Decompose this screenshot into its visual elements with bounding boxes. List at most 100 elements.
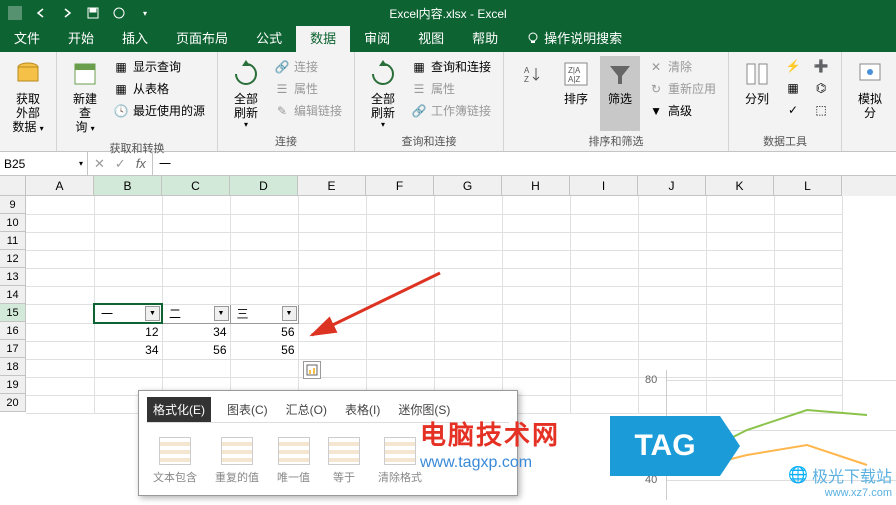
flash-fill-button[interactable]: ⚡ (781, 56, 805, 76)
row-header[interactable]: 19 (0, 376, 26, 394)
data-model-button[interactable]: ⬚ (809, 100, 833, 120)
tab-help[interactable]: 帮助 (458, 23, 512, 52)
save-icon[interactable] (82, 2, 104, 24)
row-header[interactable]: 18 (0, 358, 26, 376)
tab-review[interactable]: 审阅 (350, 23, 404, 52)
tab-layout[interactable]: 页面布局 (162, 23, 242, 52)
row-header[interactable]: 20 (0, 394, 26, 412)
tab-data[interactable]: 数据 (296, 23, 350, 52)
show-queries-button[interactable]: ▦显示查询 (109, 56, 209, 77)
reapply-button[interactable]: ↻重新应用 (644, 78, 720, 99)
row-header[interactable]: 17 (0, 340, 26, 358)
col-header[interactable]: L (774, 176, 842, 196)
connections-icon: ▦ (411, 59, 427, 75)
cell[interactable]: 56 (230, 323, 298, 341)
formula-input[interactable] (153, 157, 896, 171)
filter-button[interactable]: 筛选 (600, 56, 640, 131)
row-header[interactable]: 11 (0, 232, 26, 250)
col-header[interactable]: G (434, 176, 502, 196)
filter-header-cell[interactable]: 三▼ (230, 304, 298, 323)
refresh-all-button-2[interactable]: 全部刷新 ▾ (363, 56, 403, 131)
edit-links-button[interactable]: ✎编辑链接 (270, 100, 346, 121)
quick-analysis-tag[interactable] (303, 361, 321, 379)
sort-button[interactable]: Z|AA|Z 排序 (556, 56, 596, 131)
filter-dropdown-icon[interactable]: ▼ (214, 306, 229, 321)
consolidate-button[interactable]: ➕ (809, 56, 833, 76)
remove-duplicates-button[interactable]: ▦ (781, 78, 805, 98)
undo-icon[interactable] (30, 2, 52, 24)
properties-button-2[interactable]: ☰属性 (407, 78, 495, 99)
accept-formula-icon[interactable]: ✓ (115, 156, 126, 172)
data-validation-button[interactable]: ✓ (781, 100, 805, 120)
name-box[interactable]: ▾ (0, 152, 88, 175)
qa-tab-format[interactable]: 格式化(E) (147, 397, 211, 422)
relationships-button[interactable]: ⌬ (809, 78, 833, 98)
whatif-button[interactable]: 模拟分 (850, 56, 890, 147)
qa-tab-tables[interactable]: 表格(I) (343, 397, 382, 422)
connections-button[interactable]: 🔗连接 (270, 56, 346, 77)
qa-opt-equal[interactable]: 等于 (328, 437, 360, 485)
cell[interactable]: 56 (162, 341, 230, 359)
workbook-links-button[interactable]: 🔗工作簿链接 (407, 100, 495, 121)
properties-button[interactable]: ☰属性 (270, 78, 346, 99)
col-header[interactable]: K (706, 176, 774, 196)
filter-header-cell[interactable]: 二▼ (162, 304, 230, 323)
tab-formulas[interactable]: 公式 (242, 23, 296, 52)
refresh-all-button[interactable]: 全部刷新 ▾ (226, 56, 266, 131)
col-header[interactable]: J (638, 176, 706, 196)
col-header[interactable]: C (162, 176, 230, 196)
clear-filter-button[interactable]: ✕清除 (644, 56, 720, 77)
tell-me[interactable]: 操作说明搜索 (512, 23, 636, 52)
fx-icon[interactable]: fx (136, 156, 146, 171)
reapply-icon: ↻ (648, 81, 664, 97)
col-header[interactable]: B (94, 176, 162, 196)
row-header[interactable]: 13 (0, 268, 26, 286)
col-header[interactable]: A (26, 176, 94, 196)
dup-icon: ▦ (785, 80, 801, 96)
text-to-columns-button[interactable]: 分列 (737, 56, 777, 131)
row-header[interactable]: 15 (0, 304, 26, 322)
row-header[interactable]: 16 (0, 322, 26, 340)
qa-tab-charts[interactable]: 图表(C) (225, 397, 270, 422)
select-all-corner[interactable] (0, 176, 26, 196)
filter-header-cell[interactable]: 一▼ (94, 304, 162, 323)
redo-icon[interactable] (56, 2, 78, 24)
row-header[interactable]: 10 (0, 214, 26, 232)
qa-opt-clear[interactable]: 清除格式 (378, 437, 422, 485)
col-header[interactable]: D (230, 176, 298, 196)
filter-dropdown-icon[interactable]: ▼ (145, 306, 160, 321)
row-header[interactable]: 9 (0, 196, 26, 214)
cell[interactable]: 34 (162, 323, 230, 341)
cancel-formula-icon[interactable]: ✕ (94, 156, 105, 172)
row-header[interactable]: 12 (0, 250, 26, 268)
name-box-input[interactable] (4, 157, 64, 171)
qa-opt-text-contains[interactable]: 文本包含 (153, 437, 197, 485)
sort-asc-button[interactable]: AZ (512, 56, 552, 131)
touch-icon[interactable] (108, 2, 130, 24)
cell[interactable]: 34 (94, 341, 162, 359)
tab-insert[interactable]: 插入 (108, 23, 162, 52)
new-query-button[interactable]: 新建查询 ▾ (65, 56, 105, 138)
tab-view[interactable]: 视图 (404, 23, 458, 52)
tab-file[interactable]: 文件 (0, 23, 54, 52)
queries-connections-button[interactable]: ▦查询和连接 (407, 56, 495, 77)
col-header[interactable]: H (502, 176, 570, 196)
qa-tab-totals[interactable]: 汇总(O) (284, 397, 329, 422)
cell[interactable]: 12 (94, 323, 162, 341)
col-header[interactable]: E (298, 176, 366, 196)
advanced-filter-button[interactable]: ▼高级 (644, 100, 720, 121)
recent-sources-button[interactable]: 🕓最近使用的源 (109, 100, 209, 121)
qat-more-icon[interactable]: ▾ (134, 2, 156, 24)
cell[interactable]: 56 (230, 341, 298, 359)
from-table-button[interactable]: ▦从表格 (109, 78, 209, 99)
filter-dropdown-icon[interactable]: ▼ (282, 306, 297, 321)
qa-opt-unique[interactable]: 唯一值 (277, 437, 310, 485)
col-header[interactable]: I (570, 176, 638, 196)
app-icon[interactable] (4, 2, 26, 24)
row-header[interactable]: 14 (0, 286, 26, 304)
get-external-data-button[interactable]: 获取外部数据 ▾ (8, 56, 48, 147)
tab-home[interactable]: 开始 (54, 23, 108, 52)
col-header[interactable]: F (366, 176, 434, 196)
namebox-dropdown-icon[interactable]: ▾ (79, 159, 83, 168)
qa-opt-duplicates[interactable]: 重复的值 (215, 437, 259, 485)
